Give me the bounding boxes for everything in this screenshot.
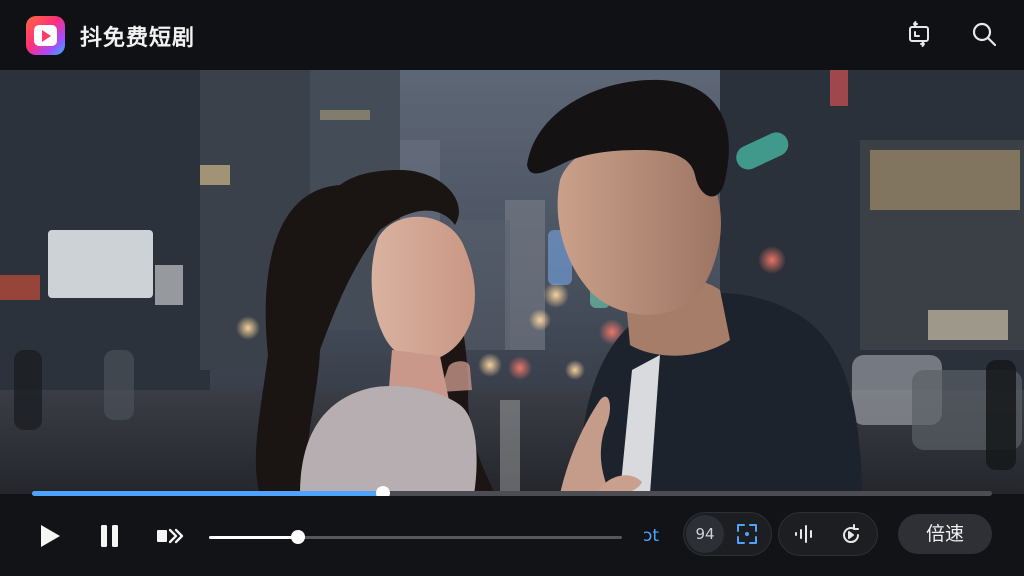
video-frame[interactable] (0, 70, 1024, 494)
top-bar: 抖免费短剧 (0, 0, 1024, 70)
resolution-button[interactable]: 94 (686, 515, 724, 553)
quality-fullscreen-group: 94 (683, 512, 772, 556)
screen-rotate-icon[interactable] (904, 19, 934, 49)
short-drama-player-app: 抖免费短剧 ɔt 94 倍速 (0, 0, 1024, 576)
subtitle-toggle-button[interactable]: ɔt (636, 522, 666, 550)
expand-icon[interactable] (736, 523, 758, 549)
volume-slider-thumb[interactable] (290, 530, 305, 544)
volume-slider[interactable] (209, 530, 622, 544)
play-icon[interactable] (38, 524, 62, 552)
search-icon[interactable] (969, 19, 999, 49)
playback-speed-button[interactable]: 倍速 (898, 514, 992, 554)
loop-icon[interactable] (839, 523, 863, 551)
player-controls: ɔt 94 倍速 (0, 496, 1024, 576)
app-logo-icon (26, 16, 65, 55)
audio-loop-group (778, 512, 878, 556)
audio-wave-icon[interactable] (793, 524, 817, 548)
next-episode-icon[interactable] (156, 527, 186, 549)
volume-slider-fill (209, 536, 298, 539)
pause-icon[interactable] (99, 524, 121, 552)
app-title: 抖免费短剧 (80, 26, 196, 51)
